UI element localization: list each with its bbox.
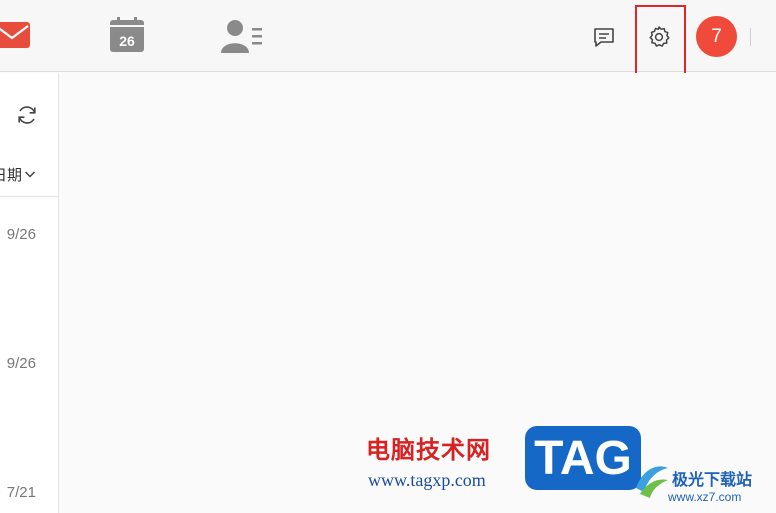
calendar-day: 26 xyxy=(119,33,135,49)
chat-button[interactable] xyxy=(591,24,617,50)
settings-button[interactable] xyxy=(646,24,672,50)
refresh-button[interactable] xyxy=(15,103,39,127)
watermark-logo-name: 极光下载站 xyxy=(672,472,753,489)
sort-dropdown[interactable]: 日期 xyxy=(0,163,58,185)
refresh-icon xyxy=(18,106,36,124)
chevron-down-icon xyxy=(24,171,36,178)
nav-contacts[interactable] xyxy=(220,18,266,54)
aurora-logo-icon xyxy=(636,466,668,498)
gear-icon xyxy=(649,26,670,47)
contacts-icon xyxy=(221,20,262,53)
watermark-site-url: www.tagxp.com xyxy=(368,470,486,490)
nav-mail[interactable] xyxy=(0,18,30,52)
list-divider xyxy=(0,196,58,197)
watermark-tag-logo: TAG xyxy=(525,426,641,490)
watermark-site-name: 电脑技术网 xyxy=(366,436,491,464)
nav-calendar[interactable]: 26 xyxy=(108,17,146,53)
mail-item-date[interactable]: 7/21 xyxy=(0,484,58,501)
mail-item-date[interactable]: 9/26 xyxy=(0,226,58,243)
sort-label: 日期 xyxy=(0,166,23,184)
mail-app: 26 7 期 9/26 9/26 7/21 电脑技术网 www.tagxp.co… xyxy=(0,0,776,513)
calendar-icon: 26 xyxy=(110,17,144,52)
top-toolbar: 26 7 xyxy=(0,0,776,85)
mail-list-pane: 日期 9/26 9/26 7/21 xyxy=(0,73,59,513)
user-avatar[interactable]: 7 xyxy=(696,16,737,57)
watermark-logo-url: www.xz7.com xyxy=(668,490,742,504)
chat-icon xyxy=(594,28,614,47)
mail-icon xyxy=(0,22,30,48)
mail-item-date[interactable]: 9/26 xyxy=(0,355,58,372)
toolbar-divider xyxy=(750,28,751,46)
